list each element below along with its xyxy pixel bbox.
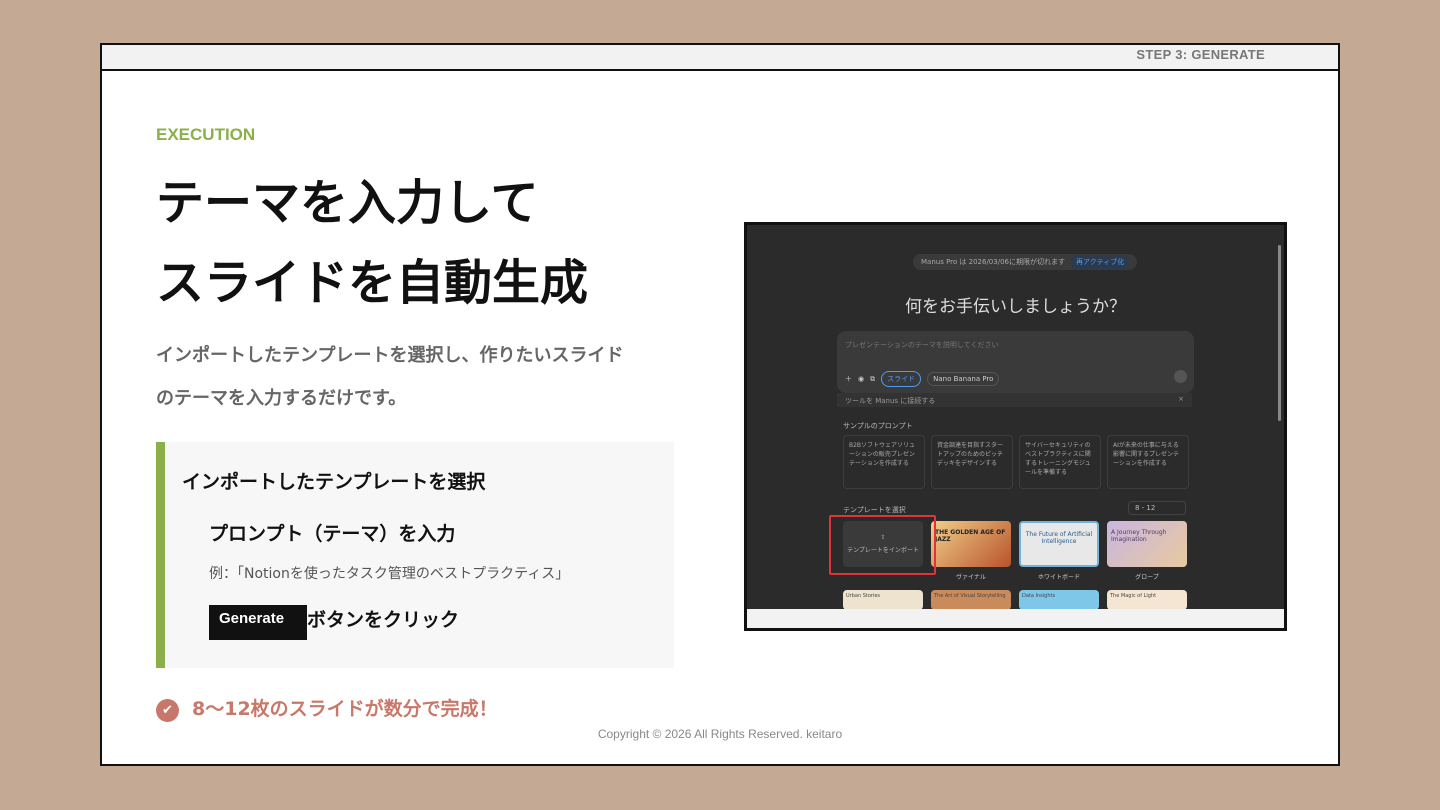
check-icon: ✔: [156, 699, 179, 722]
title-line-1: テーマを入力して: [156, 175, 539, 231]
manus-screenshot: Manus Pro は 2026/03/06に期限が切れます 再アクティブ化 何…: [744, 222, 1287, 631]
highlight-box: [829, 515, 936, 575]
templates-heading: テンプレートを選択: [843, 506, 906, 514]
slide-chip[interactable]: スライド: [881, 371, 922, 387]
connect-tools-bar[interactable]: ツールを Manus に接続する ×: [837, 393, 1192, 407]
connect-text: ツールを Manus に接続する: [845, 397, 936, 405]
generate-button[interactable]: Generate: [209, 605, 307, 640]
slide-frame: STEP 3: GENERATE EXECUTION テーマを入力して スライド…: [100, 43, 1340, 766]
link-icon[interactable]: ⧉: [870, 375, 875, 384]
copyright: Copyright © 2026 All Rights Reserved. ke…: [597, 727, 843, 741]
screenshot-content: Manus Pro は 2026/03/06に期限が切れます 再アクティブ化 何…: [747, 225, 1284, 609]
lead-line-2: のテーマを入力するだけです。: [156, 388, 407, 409]
plus-icon[interactable]: ＋: [845, 374, 852, 384]
model-chip[interactable]: Nano Banana Pro: [927, 372, 1000, 386]
prompt-card[interactable]: 資金調達を目指すスタートアップのためのピッチデッキをデザインする: [931, 435, 1013, 489]
prompt-input[interactable]: プレゼンテーションのテーマを説明してください ＋ ◉ ⧉ スライド Nano B…: [837, 331, 1194, 393]
prompts-heading: サンプルのプロンプト: [843, 422, 913, 430]
welcome-question: 何をお手伝いしましょうか？: [905, 297, 1126, 317]
step-1: インポートしたテンプレートを選択: [182, 471, 486, 493]
prompt-card[interactable]: サイバーセキュリティのベストプラクティスに関するトレーニングモジュールを準備する: [1019, 435, 1101, 489]
slide-count-select[interactable]: 8 - 12: [1128, 501, 1186, 515]
github-icon[interactable]: ◉: [858, 375, 864, 383]
template-thumb: The Future of Artificial Intelligence: [1019, 521, 1099, 567]
template-thumb[interactable]: Data Insights: [1019, 590, 1099, 609]
result-line: ✔ 8〜12枚のスライドが数分で完成！: [156, 693, 498, 722]
plan-banner: Manus Pro は 2026/03/06に期限が切れます 再アクティブ化: [913, 254, 1138, 270]
banner-text: Manus Pro は 2026/03/06に期限が切れます: [921, 258, 1065, 266]
scrollbar[interactable]: [1278, 245, 1281, 421]
template-card[interactable]: The Future of Artificial Intelligence ホワ…: [1019, 521, 1099, 581]
input-tools: ＋ ◉ ⧉ スライド Nano Banana Pro: [845, 371, 1000, 387]
title-line-2: スライドを自動生成: [156, 255, 589, 311]
step-3: Generate ボタンをクリック: [209, 605, 459, 640]
lead-text: インポートしたテンプレートを選択し、作りたいスライド のテーマを入力するだけです…: [156, 334, 696, 420]
reactivate-button[interactable]: 再アクティブ化: [1070, 255, 1130, 269]
template-card[interactable]: THE GOLDEN AGE OF JAZZ ヴァイナル: [931, 521, 1011, 581]
step-3-text: ボタンをクリック: [307, 609, 460, 631]
template-card[interactable]: A Journey Through Imagination グロープ: [1107, 521, 1187, 581]
template-thumb[interactable]: The Art of Visual Storytelling: [931, 590, 1011, 609]
step-2: プロンプト（テーマ）を入力: [209, 523, 456, 545]
template-label: ホワイトボード: [1037, 574, 1080, 581]
lead-line-1: インポートしたテンプレートを選択し、作りたいスライド: [156, 345, 624, 366]
prompt-placeholder: プレゼンテーションのテーマを説明してください: [845, 341, 999, 349]
prompt-cards: B2Bソフトウェアソリューションの販売プレゼンテーションを作成する 資金調達を目…: [843, 435, 1189, 489]
template-label: ヴァイナル: [956, 574, 986, 581]
steps-box: インポートしたテンプレートを選択 プロンプト（テーマ）を入力 例：「Notion…: [156, 442, 674, 668]
section-eyebrow: EXECUTION: [156, 125, 256, 144]
slide-title: テーマを入力して スライドを自動生成: [156, 163, 716, 323]
template-label: グロープ: [1135, 574, 1159, 581]
prompt-card[interactable]: AIが未来の仕事に与える影響に関するプレゼンテーションを作成する: [1107, 435, 1189, 489]
send-button[interactable]: [1174, 370, 1187, 383]
step-label: STEP 3: GENERATE: [1136, 47, 1265, 62]
step-2-example: 例：「Notionを使ったタスク管理のベストプラクティス」: [209, 566, 570, 582]
template-thumb: A Journey Through Imagination: [1107, 521, 1187, 567]
result-text: 8〜12枚のスライドが数分で完成！: [192, 698, 498, 720]
template-thumb: THE GOLDEN AGE OF JAZZ: [931, 521, 1011, 567]
prompt-card[interactable]: B2Bソフトウェアソリューションの販売プレゼンテーションを作成する: [843, 435, 925, 489]
template-thumb[interactable]: Urban Stories: [843, 590, 923, 609]
slide-header-bar: STEP 3: GENERATE: [102, 45, 1338, 71]
close-icon[interactable]: ×: [1178, 395, 1184, 403]
template-row-2: Urban Stories The Art of Visual Storytel…: [843, 590, 1187, 609]
template-thumb[interactable]: The Magic of Light: [1107, 590, 1187, 609]
